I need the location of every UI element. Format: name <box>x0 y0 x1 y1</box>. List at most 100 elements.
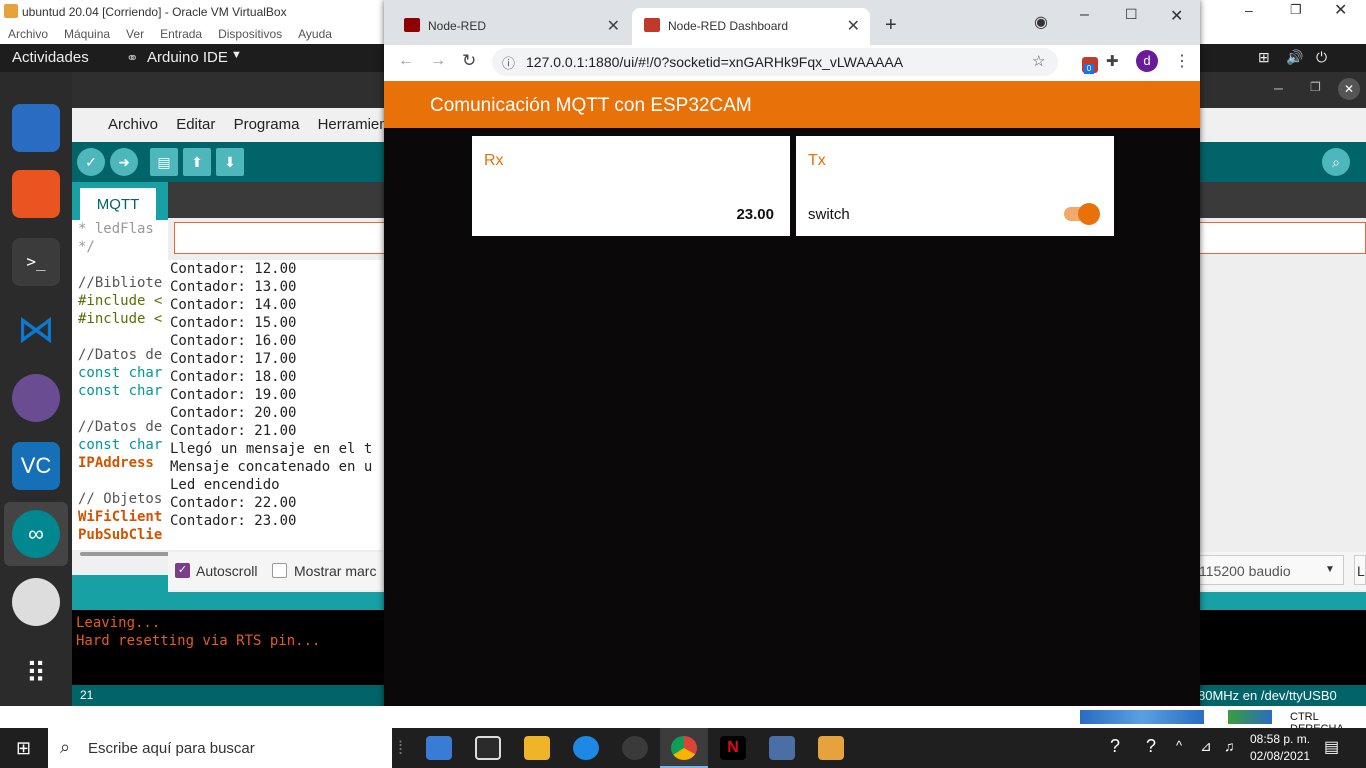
upload-icon[interactable]: ➜ <box>110 148 138 176</box>
open-file-icon[interactable]: ⬆ <box>183 148 211 176</box>
ide-maximize-icon[interactable]: ❐ <box>1310 80 1321 94</box>
network-icon[interactable]: ⊞ <box>1258 49 1270 66</box>
line-number: 21 <box>80 688 94 702</box>
writer-icon[interactable] <box>12 104 60 152</box>
rx-title: Rx <box>484 152 504 169</box>
ide-close-icon[interactable]: ✕ <box>1338 78 1360 100</box>
switch-label: switch <box>808 206 850 223</box>
clock-date[interactable]: 02/08/2021 <box>1250 749 1310 763</box>
tripadvisor-icon[interactable] <box>622 736 648 760</box>
save-file-icon[interactable]: ⬇ <box>216 148 244 176</box>
menu-ayuda[interactable]: Ayuda <box>290 24 340 44</box>
arduino-icon[interactable]: ∞ <box>12 510 60 558</box>
line-ending-select[interactable]: L <box>1354 555 1366 585</box>
menu-dispositivos[interactable]: Dispositivos <box>210 24 290 44</box>
timestamp-checkbox[interactable] <box>272 563 287 578</box>
ide-menu-programa[interactable]: Programa <box>234 116 300 133</box>
vbox-device-icons[interactable] <box>1228 710 1272 724</box>
code-line: * ledFlas <box>78 221 154 237</box>
code-editor[interactable]: * ledFlas */ //Bibliote #include < #incl… <box>72 220 172 550</box>
serial-output: Contador: 12.00 Contador: 13.00 Contador… <box>168 260 384 550</box>
profile-avatar[interactable]: d <box>1136 50 1158 72</box>
menu-ver[interactable]: Ver <box>118 24 152 44</box>
close-tab-icon[interactable]: ✕ <box>607 16 620 36</box>
tab-search-icon[interactable]: ◉ <box>1034 12 1048 32</box>
editor-scrollbar[interactable] <box>80 552 170 556</box>
explorer-icon[interactable] <box>524 736 550 760</box>
verify-icon[interactable]: ✓ <box>77 148 105 176</box>
tab-node-red[interactable]: Node-RED ✕ <box>392 8 630 45</box>
window-maximize-icon[interactable]: ☐ <box>1125 6 1138 23</box>
disc-icon[interactable] <box>12 578 60 626</box>
ide-minimize-icon[interactable]: – <box>1274 80 1283 98</box>
help-icon-2[interactable]: ? <box>1146 736 1156 757</box>
clock-time[interactable]: 08:58 p. m. <box>1250 732 1310 746</box>
dashboard-header: Comunicación MQTT con ESP32CAM <box>384 81 1200 128</box>
site-info-icon[interactable]: ⓘ <box>502 53 515 72</box>
github-icon[interactable] <box>12 374 60 422</box>
extension-badge: 0 <box>1084 64 1094 74</box>
vscode-icon[interactable]: ⋈ <box>12 306 60 354</box>
menu-entrada[interactable]: Entrada <box>152 24 210 44</box>
code-line: //Datos de <box>78 419 163 435</box>
close-icon[interactable]: ✕ <box>1334 0 1347 20</box>
search-placeholder: Escribe aquí para buscar <box>88 740 255 757</box>
serial-line: Contador: 20.00 <box>170 405 297 421</box>
new-file-icon[interactable]: ▤ <box>150 148 178 176</box>
task-view-icon[interactable]: ⁞ <box>398 738 403 759</box>
wifi-icon[interactable]: ⊿ <box>1200 738 1212 755</box>
puzzle-icon[interactable]: ✚ <box>1106 52 1119 70</box>
switch-knob[interactable] <box>1078 203 1100 225</box>
virtualbox-title: ubuntud 20.04 [Corriendo] - Oracle VM Vi… <box>22 5 287 19</box>
code-line: IPAddress <box>78 455 154 471</box>
edge-icon[interactable] <box>573 736 599 760</box>
software-icon[interactable] <box>12 170 60 218</box>
virtualbox-vm-icon[interactable] <box>818 736 844 760</box>
ide-menu-editar[interactable]: Editar <box>176 116 215 133</box>
netflix-icon[interactable]: N <box>720 736 746 760</box>
tab-node-red-dashboard[interactable]: Node-RED Dashboard ✕ <box>632 8 870 45</box>
reload-icon[interactable]: ↻ <box>462 51 476 71</box>
line-ending-value: L <box>1357 563 1365 579</box>
ide-menu-archivo[interactable]: Archivo <box>108 116 158 133</box>
taskbar-search[interactable]: ⌕ Escribe aquí para buscar <box>48 728 392 768</box>
serial-monitor-icon[interactable]: ⌕ <box>1322 148 1350 176</box>
activities-button[interactable]: Actividades <box>12 49 89 66</box>
kebab-menu-icon[interactable]: ⋮ <box>1174 51 1190 71</box>
new-tab-icon[interactable]: + <box>885 14 897 37</box>
menu-archivo[interactable]: Archivo <box>0 24 56 44</box>
power-icon[interactable]: ⏻ <box>1316 49 1327 66</box>
search-icon: ⌕ <box>60 737 71 757</box>
app-grid-icon[interactable]: ⠿ <box>12 650 60 698</box>
forward-icon[interactable]: → <box>430 52 446 70</box>
window-close-icon[interactable]: ✕ <box>1170 6 1183 26</box>
vbox-status-icons[interactable] <box>1080 710 1204 724</box>
autoscroll-checkbox[interactable]: ✓ <box>175 563 190 578</box>
virtualbox-cube-icon[interactable] <box>769 736 795 760</box>
dashboard-title: Comunicación MQTT con ESP32CAM <box>430 95 752 116</box>
volume-icon[interactable]: 🔊 <box>1286 49 1303 66</box>
vnc-icon[interactable]: VC <box>12 442 60 490</box>
tray-chevron-icon[interactable]: ^ <box>1176 738 1182 753</box>
store-icon[interactable] <box>475 736 501 760</box>
baud-select[interactable]: 115200 baudio ▼ <box>1192 555 1344 585</box>
chevron-down-icon: ▼ <box>231 49 242 61</box>
windows-start-icon[interactable]: ⊞ <box>16 738 31 759</box>
app-menu[interactable]: Arduino IDE <box>147 49 228 66</box>
help-icon[interactable]: ? <box>1110 736 1120 757</box>
volume-tray-icon[interactable]: ♫ <box>1224 738 1235 754</box>
serial-line: Contador: 18.00 <box>170 369 297 385</box>
tab-mqtt[interactable]: MQTT <box>80 188 156 220</box>
bookmark-star-icon[interactable]: ☆ <box>1032 52 1045 70</box>
window-minimize-icon[interactable]: – <box>1080 6 1089 24</box>
restore-icon[interactable]: ❐ <box>1290 2 1302 18</box>
address-bar[interactable]: ⓘ 127.0.0.1:1880/ui/#!/0?socketid=xnGARH… <box>492 48 1058 76</box>
notification-icon[interactable]: ▤ <box>1324 737 1339 757</box>
minimize-icon[interactable]: – <box>1245 2 1253 18</box>
mail-icon[interactable] <box>426 736 452 760</box>
chrome-icon[interactable] <box>671 736 697 760</box>
menu-maquina[interactable]: Máquina <box>56 24 118 44</box>
terminal-icon[interactable]: >_ <box>12 238 60 286</box>
close-tab-icon[interactable]: ✕ <box>847 16 860 36</box>
back-icon[interactable]: ← <box>398 52 414 70</box>
